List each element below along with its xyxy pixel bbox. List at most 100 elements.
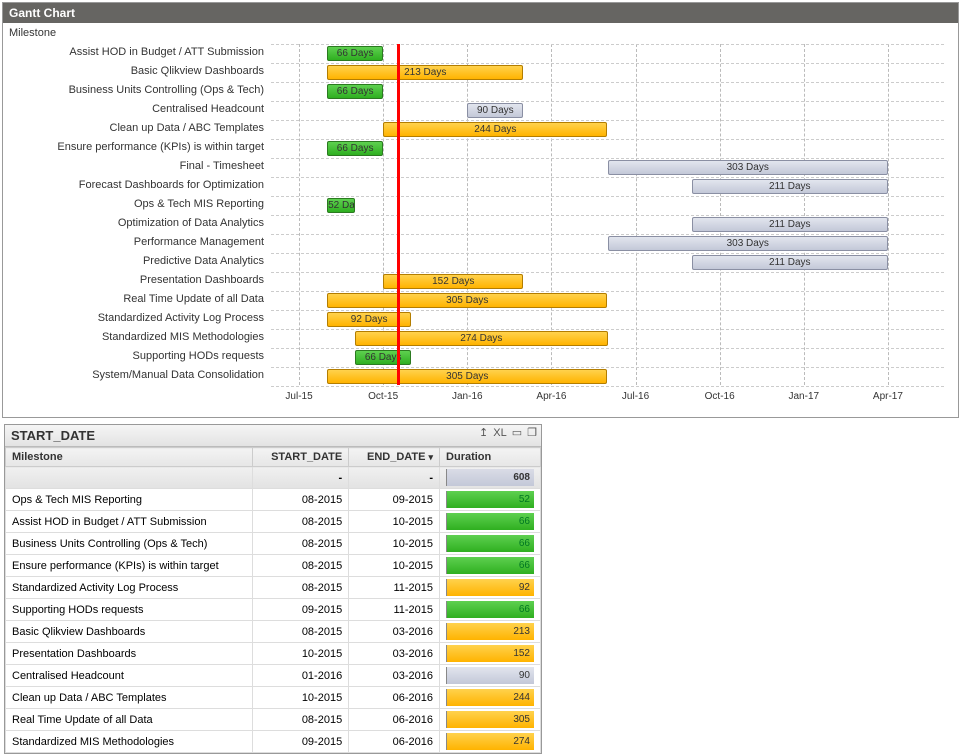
send-icon[interactable]: ↥ (479, 427, 488, 439)
gantt-row-label: Real Time Update of all Data (7, 290, 270, 309)
table-row[interactable]: Real Time Update of all Data08-201506-20… (6, 709, 541, 731)
table-row[interactable]: Ops & Tech MIS Reporting08-201509-201552 (6, 489, 541, 511)
col-duration[interactable]: Duration (440, 448, 541, 467)
cell-duration: 66 (440, 555, 541, 577)
cell-duration: 608 (440, 467, 541, 489)
x-tick: Apr-16 (536, 391, 566, 402)
row-gridline (271, 291, 944, 292)
row-gridline (271, 63, 944, 64)
gantt-bar[interactable]: 211 Days (692, 217, 888, 232)
cell-start: - (253, 467, 349, 489)
x-tick: Apr-17 (873, 391, 903, 402)
col-end[interactable]: END_DATE (349, 448, 440, 467)
data-table: Milestone START_DATE END_DATE Duration -… (5, 447, 541, 753)
cell-duration: 52 (440, 489, 541, 511)
gantt-bar[interactable]: 303 Days (608, 236, 888, 251)
gantt-bar[interactable]: 52 Days (327, 198, 355, 213)
row-gridline (271, 82, 944, 83)
detach-icon[interactable]: ❐ (527, 427, 537, 439)
gantt-row-label: Presentation Dashboards (7, 271, 270, 290)
cell-end: 11-2015 (349, 577, 440, 599)
gantt-row-label: Forecast Dashboards for Optimization (7, 176, 270, 195)
cell-duration: 213 (440, 621, 541, 643)
cell-milestone: Clean up Data / ABC Templates (6, 687, 253, 709)
table-row[interactable]: Assist HOD in Budget / ATT Submission08-… (6, 511, 541, 533)
duration-bar: 92 (446, 579, 534, 596)
gantt-body: Milestone Assist HOD in Budget / ATT Sub… (3, 23, 958, 417)
duration-bar: 244 (446, 689, 534, 706)
gantt-bar[interactable]: 66 Days (327, 46, 383, 61)
duration-bar: 274 (446, 733, 534, 750)
col-milestone[interactable]: Milestone (6, 448, 253, 467)
gantt-bar[interactable]: 305 Days (327, 293, 607, 308)
gantt-bar[interactable]: 66 Days (355, 350, 411, 365)
gantt-row-label: Clean up Data / ABC Templates (7, 119, 270, 138)
cell-end: 10-2015 (349, 555, 440, 577)
gantt-row-label: Optimization of Data Analytics (7, 214, 270, 233)
row-gridline (271, 348, 944, 349)
minimize-icon[interactable]: ▭ (512, 427, 522, 439)
cell-start: 08-2015 (253, 621, 349, 643)
row-gridline (271, 329, 944, 330)
gantt-row-label: Ops & Tech MIS Reporting (7, 195, 270, 214)
cell-duration: 244 (440, 687, 541, 709)
cell-duration: 152 (440, 643, 541, 665)
cell-start: 08-2015 (253, 489, 349, 511)
cell-duration: 92 (440, 577, 541, 599)
duration-bar: 608 (446, 469, 534, 486)
x-tick: Jan-16 (452, 391, 483, 402)
gantt-row-label: Business Units Controlling (Ops & Tech) (7, 81, 270, 100)
gantt-bar[interactable]: 66 Days (327, 141, 383, 156)
excel-icon[interactable]: XL (493, 427, 506, 439)
table-row[interactable]: Centralised Headcount01-201603-201690 (6, 665, 541, 687)
gantt-bar[interactable]: 213 Days (327, 65, 523, 80)
cell-start: 08-2015 (253, 533, 349, 555)
gantt-bar[interactable]: 303 Days (608, 160, 888, 175)
cell-end: 10-2015 (349, 533, 440, 555)
table-row[interactable]: Ensure performance (KPIs) is within targ… (6, 555, 541, 577)
cell-milestone (6, 467, 253, 489)
gantt-bar[interactable]: 305 Days (327, 369, 607, 384)
row-gridline (271, 177, 944, 178)
table-row[interactable]: Presentation Dashboards10-201503-2016152 (6, 643, 541, 665)
table-total-row: --608 (6, 467, 541, 489)
row-gridline (271, 386, 944, 387)
gantt-panel: Gantt Chart Milestone Assist HOD in Budg… (2, 2, 959, 418)
table-row[interactable]: Clean up Data / ABC Templates10-201506-2… (6, 687, 541, 709)
table-body: --608Ops & Tech MIS Reporting08-201509-2… (6, 467, 541, 753)
cell-end: 10-2015 (349, 511, 440, 533)
table-row[interactable]: Basic Qlikview Dashboards08-201503-20162… (6, 621, 541, 643)
duration-bar: 305 (446, 711, 534, 728)
gantt-bar[interactable]: 152 Days (383, 274, 523, 289)
row-gridline (271, 158, 944, 159)
cell-start: 10-2015 (253, 643, 349, 665)
cell-end: 06-2016 (349, 709, 440, 731)
cell-duration: 274 (440, 731, 541, 753)
cell-milestone: Presentation Dashboards (6, 643, 253, 665)
cell-milestone: Standardized MIS Methodologies (6, 731, 253, 753)
table-row[interactable]: Standardized MIS Methodologies09-201506-… (6, 731, 541, 753)
table-row[interactable]: Supporting HODs requests09-201511-201566 (6, 599, 541, 621)
gantt-bar[interactable]: 66 Days (327, 84, 383, 99)
gantt-bar[interactable]: 211 Days (692, 179, 888, 194)
duration-bar: 152 (446, 645, 534, 662)
col-start[interactable]: START_DATE (253, 448, 349, 467)
row-gridline (271, 215, 944, 216)
table-row[interactable]: Standardized Activity Log Process08-2015… (6, 577, 541, 599)
cell-duration: 90 (440, 665, 541, 687)
cell-milestone: Real Time Update of all Data (6, 709, 253, 731)
cell-milestone: Standardized Activity Log Process (6, 577, 253, 599)
cell-start: 08-2015 (253, 511, 349, 533)
duration-bar: 66 (446, 513, 534, 530)
duration-bar: 66 (446, 535, 534, 552)
table-toolbar: ↥ XL ▭ ❐ (479, 427, 537, 439)
cell-start: 10-2015 (253, 687, 349, 709)
gantt-bar[interactable]: 211 Days (692, 255, 888, 270)
table-row[interactable]: Business Units Controlling (Ops & Tech)0… (6, 533, 541, 555)
gantt-subtitle: Milestone (7, 25, 944, 43)
gantt-bar[interactable]: 90 Days (467, 103, 523, 118)
gantt-row-label: Standardized Activity Log Process (7, 309, 270, 328)
row-gridline (271, 101, 944, 102)
gantt-bar[interactable]: 244 Days (383, 122, 607, 137)
gantt-bar[interactable]: 274 Days (355, 331, 607, 346)
